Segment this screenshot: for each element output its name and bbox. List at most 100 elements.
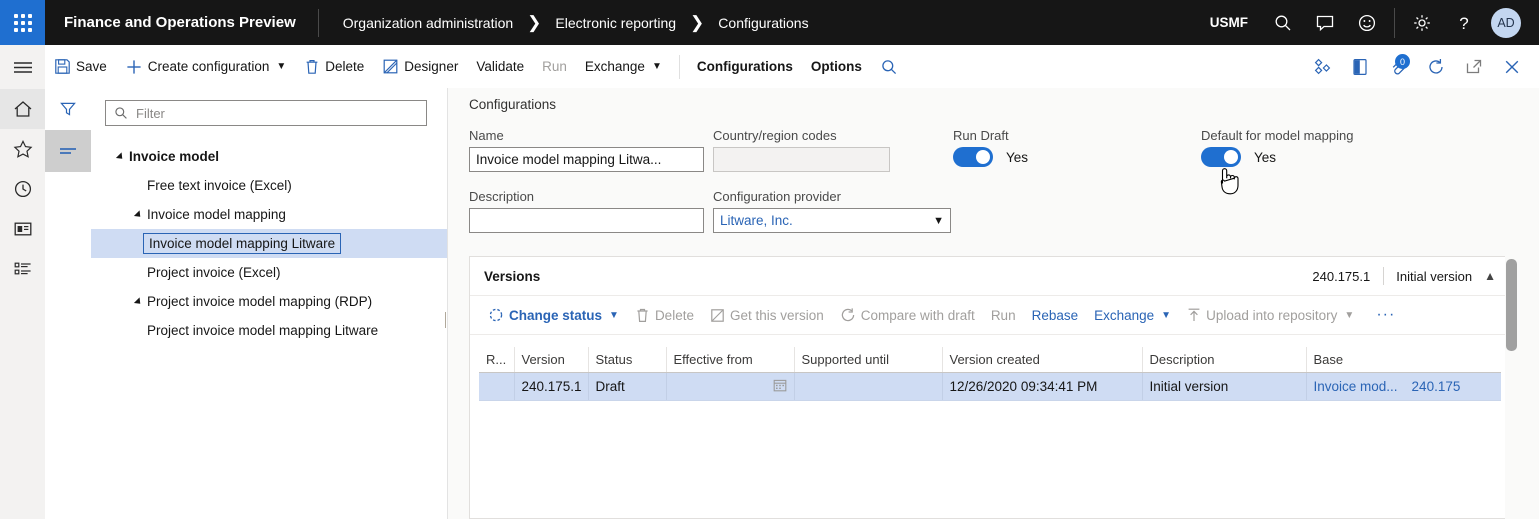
office-app-icon[interactable] bbox=[1341, 45, 1379, 88]
expander-triangle-icon[interactable] bbox=[129, 296, 147, 307]
sidebar-item-workspaces[interactable] bbox=[0, 209, 45, 249]
left-nav-rail bbox=[0, 45, 46, 519]
refresh-icon[interactable] bbox=[1417, 45, 1455, 88]
tree-node-project-invoice-model-mapping-litware[interactable]: Project invoice model mapping Litware bbox=[91, 316, 447, 345]
cell-base[interactable]: Invoice mod... 240.175 bbox=[1306, 372, 1501, 401]
filter-input-wrapper[interactable] bbox=[105, 100, 427, 126]
cell-row-marker bbox=[479, 372, 515, 401]
change-status-button[interactable]: Change status ▼ bbox=[480, 300, 627, 330]
company-selector[interactable]: USMF bbox=[1196, 15, 1262, 30]
validate-button[interactable]: Validate bbox=[467, 45, 533, 88]
sidebar-item-modules[interactable] bbox=[0, 249, 45, 289]
expander-triangle-icon[interactable] bbox=[111, 151, 129, 162]
versions-delete-button: Delete bbox=[627, 300, 702, 330]
tree-node-label: Project invoice model mapping Litware bbox=[147, 323, 379, 338]
popout-icon[interactable] bbox=[1455, 45, 1493, 88]
table-row[interactable]: 240.175.1 Draft 12/26/2020 09:34:41 PM I… bbox=[479, 372, 1501, 401]
save-button[interactable]: Save bbox=[45, 45, 116, 88]
default-mapping-toggle-row: Yes bbox=[1201, 147, 1353, 167]
filter-icon[interactable] bbox=[45, 88, 91, 130]
versions-overflow-button[interactable]: ··· bbox=[1368, 306, 1403, 324]
settings-gear-icon[interactable] bbox=[1401, 0, 1443, 45]
tree-node-project-invoice[interactable]: Project invoice (Excel) bbox=[91, 258, 447, 287]
field-default-model-mapping: Default for model mapping Yes bbox=[1201, 128, 1353, 167]
tree-node-label: Invoice model mapping bbox=[147, 207, 286, 222]
message-icon[interactable] bbox=[1304, 0, 1346, 45]
avatar[interactable]: AD bbox=[1491, 7, 1521, 38]
tree-node-free-text-invoice[interactable]: Free text invoice (Excel) bbox=[91, 171, 447, 200]
filter-input[interactable] bbox=[134, 104, 408, 122]
cell-status[interactable]: Draft bbox=[588, 372, 667, 401]
tree-node-invoice-model-mapping-litware[interactable]: Invoice model mapping Litware bbox=[91, 229, 447, 258]
expander-triangle-icon[interactable] bbox=[129, 209, 147, 220]
search-icon[interactable] bbox=[1262, 0, 1304, 45]
search-icon bbox=[106, 106, 134, 120]
description-input[interactable] bbox=[469, 208, 704, 233]
rebase-button[interactable]: Rebase bbox=[1024, 300, 1087, 330]
calendar-icon[interactable] bbox=[773, 378, 787, 395]
sidebar-item-recent[interactable] bbox=[0, 169, 45, 209]
sidebar-item-home[interactable] bbox=[0, 89, 45, 129]
upload-into-repository-label: Upload into repository bbox=[1206, 307, 1338, 323]
tree-node-invoice-model-mapping[interactable]: Invoice model mapping bbox=[91, 200, 447, 229]
column-header-version-created[interactable]: Version created bbox=[942, 347, 1143, 373]
column-header-status[interactable]: Status bbox=[588, 347, 667, 373]
exchange-button[interactable]: Exchange ▼ bbox=[576, 45, 671, 88]
tree-node-project-invoice-model-mapping-rdp[interactable]: Project invoice model mapping (RDP) bbox=[91, 287, 447, 316]
column-header-r[interactable]: R... bbox=[479, 347, 515, 373]
column-header-description[interactable]: Description bbox=[1142, 347, 1307, 373]
versions-exchange-button[interactable]: Exchange ▼ bbox=[1086, 300, 1179, 330]
configuration-provider-value: Litware, Inc. bbox=[720, 213, 793, 228]
attachments-count-badge: 0 bbox=[1395, 54, 1410, 69]
tree-node-invoice-model[interactable]: Invoice model bbox=[91, 142, 447, 171]
share-diamond-icon[interactable] bbox=[1303, 45, 1341, 88]
column-header-base[interactable]: Base bbox=[1306, 347, 1501, 373]
run-draft-toggle-value: Yes bbox=[1006, 149, 1029, 165]
list-lines-icon[interactable] bbox=[45, 130, 91, 172]
configuration-tree: Invoice model Free text invoice (Excel) … bbox=[91, 142, 447, 345]
tree-node-label: Free text invoice (Excel) bbox=[147, 178, 292, 193]
sidebar-item-favorites[interactable] bbox=[0, 129, 45, 169]
run-button-label: Run bbox=[542, 59, 567, 74]
feedback-smiley-icon[interactable] bbox=[1346, 0, 1388, 45]
main-scrollbar-thumb[interactable] bbox=[1506, 259, 1517, 351]
tab-options[interactable]: Options bbox=[802, 45, 871, 88]
create-configuration-button[interactable]: Create configuration ▼ bbox=[116, 45, 295, 88]
chevron-up-icon[interactable]: ▲ bbox=[1484, 269, 1496, 283]
help-question-icon[interactable]: ? bbox=[1443, 0, 1485, 45]
column-header-effective-from[interactable]: Effective from bbox=[666, 347, 795, 373]
tree-node-label: Project invoice (Excel) bbox=[147, 265, 281, 280]
upload-into-repository-button: Upload into repository ▼ bbox=[1179, 300, 1362, 330]
column-header-version[interactable]: Version bbox=[514, 347, 589, 373]
hamburger-menu-icon[interactable] bbox=[0, 45, 45, 89]
column-header-supported-until[interactable]: Supported until bbox=[794, 347, 943, 373]
cell-supported-until[interactable] bbox=[794, 372, 943, 401]
configuration-provider-select[interactable]: Litware, Inc. ▼ bbox=[713, 208, 951, 233]
waffle-grid-icon[interactable] bbox=[0, 0, 45, 45]
chevron-down-icon: ▼ bbox=[1344, 309, 1355, 321]
cell-version-created[interactable]: 12/26/2020 09:34:41 PM bbox=[942, 372, 1143, 401]
chevron-right-icon: ❯ bbox=[690, 13, 705, 32]
versions-exchange-label: Exchange bbox=[1094, 307, 1155, 323]
name-input[interactable]: Invoice model mapping Litwa... bbox=[469, 147, 704, 172]
close-icon[interactable] bbox=[1493, 45, 1531, 88]
exchange-button-label: Exchange bbox=[584, 59, 645, 74]
panel-rail bbox=[45, 88, 92, 519]
tab-configurations[interactable]: Configurations bbox=[688, 45, 802, 88]
breadcrumb-item-page[interactable]: Configurations bbox=[718, 15, 808, 31]
chevron-down-icon: ▼ bbox=[933, 214, 944, 227]
cell-base-name[interactable]: Invoice mod... bbox=[1314, 379, 1398, 394]
cell-description[interactable]: Initial version bbox=[1142, 372, 1307, 401]
search-icon bbox=[880, 58, 898, 76]
default-model-mapping-toggle[interactable] bbox=[1201, 147, 1241, 167]
breadcrumb-item-area[interactable]: Electronic reporting bbox=[555, 15, 676, 31]
breadcrumb-item-module[interactable]: Organization administration bbox=[343, 15, 513, 31]
action-pane-search-icon[interactable] bbox=[871, 45, 912, 88]
attachments-icon[interactable]: 0 bbox=[1379, 45, 1417, 88]
cell-base-version[interactable]: 240.175 bbox=[1412, 379, 1461, 394]
cell-effective-from[interactable] bbox=[666, 372, 795, 401]
cell-version[interactable]: 240.175.1 bbox=[514, 372, 589, 401]
designer-button[interactable]: Designer bbox=[373, 45, 467, 88]
delete-button[interactable]: Delete bbox=[295, 45, 373, 88]
run-draft-toggle[interactable] bbox=[953, 147, 993, 167]
